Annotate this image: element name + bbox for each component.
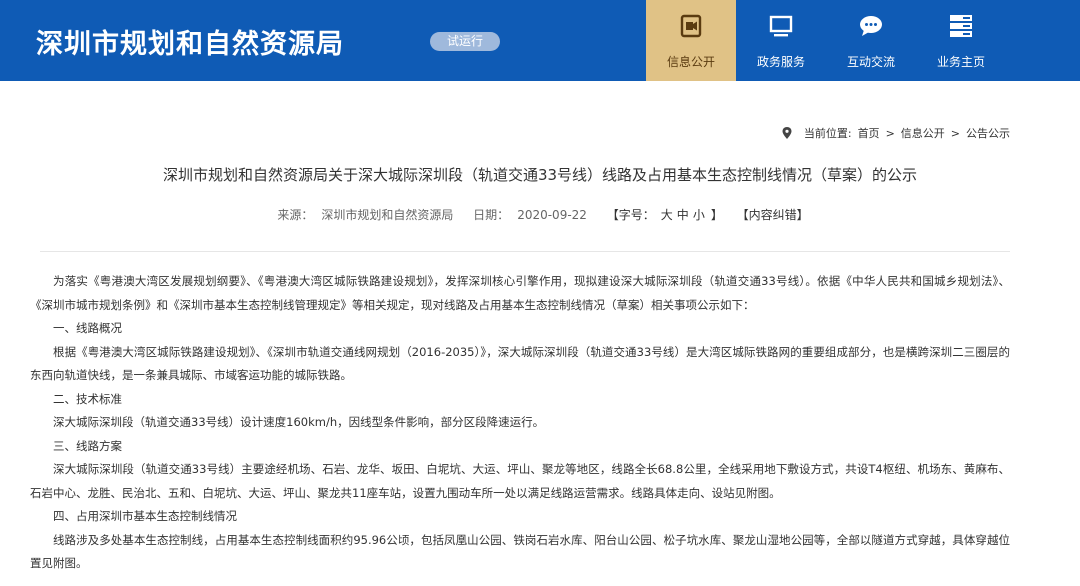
section-heading: 四、占用深圳市基本生态控制线情况: [53, 509, 237, 523]
date-text: 日期： 2020-09-22: [469, 208, 591, 222]
site-header: 深圳市规划和自然资源局 试运行 信息公开 政务服务 互动交流 业务主页: [0, 0, 1080, 81]
breadcrumb-prefix: 当前位置:: [803, 127, 852, 140]
paragraph: 深大城际深圳段（轨道交通33号线）设计速度160km/h，因线型条件影响，部分区…: [53, 415, 545, 429]
main-nav: 信息公开 政务服务 互动交流 业务主页: [646, 0, 1006, 81]
nav-item-info-disclosure[interactable]: 信息公开: [646, 0, 736, 81]
nav-item-interaction[interactable]: 互动交流: [826, 0, 916, 81]
article-title: 深圳市规划和自然资源局关于深大城际深圳段（轨道交通33号线）线路及占用基本生态控…: [162, 166, 918, 184]
location-pin-icon: [782, 127, 792, 139]
font-size-label: 【字号：: [606, 208, 655, 222]
nav-label: 信息公开: [666, 55, 715, 69]
breadcrumb-home-link[interactable]: 首页: [858, 125, 880, 141]
paragraph: 根据《粤港澳大湾区城际铁路建设规划》、《深圳市轨道交通线网规划（2016-203…: [30, 344, 1010, 383]
paragraph: 线路涉及多处基本生态控制线，占用基本生态控制线面积约95.96公顷，包括凤凰山公…: [30, 532, 1010, 571]
font-size-small-button[interactable]: 小: [693, 208, 705, 222]
breadcrumb-separator: >: [885, 126, 895, 140]
date-label: 日期：: [473, 208, 510, 222]
article-body: 为落实《粤港澳大湾区发展规划纲要》、《粤港澳大湾区城际铁路建设规划》，发挥深圳核…: [30, 270, 1010, 576]
nav-item-gov-services[interactable]: 政务服务: [736, 0, 826, 81]
font-size-medium-button[interactable]: 中: [677, 208, 689, 222]
nav-label: 业务主页: [936, 55, 985, 69]
content-correction-link[interactable]: 【内容纠错】: [737, 208, 809, 222]
paragraph: 为落实《粤港澳大湾区发展规划纲要》、《粤港澳大湾区城际铁路建设规划》，发挥深圳核…: [30, 274, 1010, 312]
breadcrumb: 当前位置: 首页 > 信息公开 > 公告公示: [782, 125, 1010, 141]
site-title[interactable]: 深圳市规划和自然资源局: [36, 22, 344, 61]
breadcrumb-notice-link[interactable]: 公告公示: [966, 125, 1010, 141]
server-icon: [950, 15, 972, 37]
nav-label: 互动交流: [846, 55, 895, 69]
title-divider: [40, 251, 1010, 252]
section-heading: 二、技术标准: [53, 391, 122, 406]
breadcrumb-separator: >: [950, 126, 960, 140]
article-meta: 来源： 深圳市规划和自然资源局 日期： 2020-09-22 【字号： 大中小】 【内…: [0, 206, 1080, 223]
video-camera-icon: [680, 14, 702, 38]
paragraph: 深大城际深圳段（轨道交通33号线）主要途经机场、石岩、龙华、坂田、白坭坑、大运、…: [30, 462, 1010, 500]
nav-label: 政务服务: [756, 55, 805, 69]
date-value: 2020-09-22: [517, 208, 587, 222]
breadcrumb-info-link[interactable]: 信息公开: [901, 125, 945, 141]
font-size-control: 【字号： 大中小】: [603, 208, 727, 222]
section-heading: 三、线路方案: [53, 438, 122, 453]
beta-badge: 试运行: [430, 32, 500, 51]
source-text: 来源： 深圳市规划和自然资源局: [273, 208, 457, 222]
section-heading: 一、线路概况: [53, 321, 122, 335]
source-label: 来源：: [277, 208, 314, 222]
font-size-close: 】: [710, 208, 723, 222]
monitor-icon: [769, 15, 793, 37]
font-size-large-button[interactable]: 大: [661, 208, 673, 222]
nav-item-business-home[interactable]: 业务主页: [916, 0, 1006, 81]
source-value: 深圳市规划和自然资源局: [321, 208, 454, 222]
chat-bubble-icon: [860, 16, 882, 36]
